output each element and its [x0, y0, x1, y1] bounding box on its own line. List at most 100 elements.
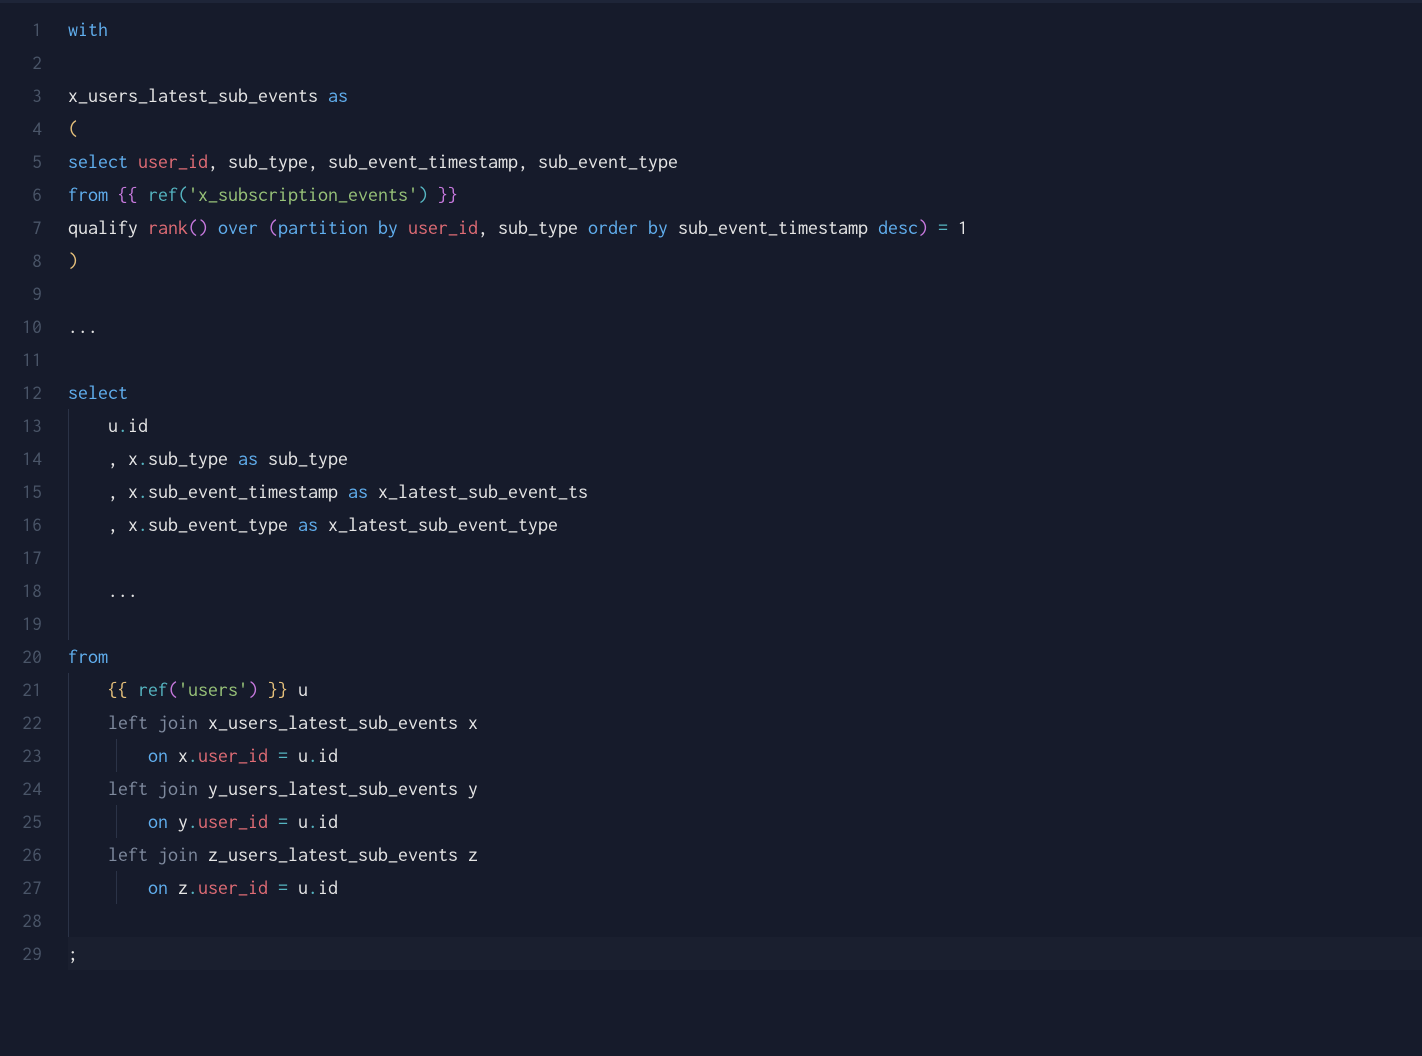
code-line[interactable]: on y.user_id = u.id: [68, 805, 1422, 838]
line-number: 12: [0, 376, 42, 409]
indent-guide: [68, 805, 69, 838]
code-line[interactable]: u.id: [68, 409, 1422, 442]
code-line[interactable]: {{ ref('users') }} u: [68, 673, 1422, 706]
line-number: 4: [0, 112, 42, 145]
line-number: 5: [0, 145, 42, 178]
code-line[interactable]: on x.user_id = u.id: [68, 739, 1422, 772]
code-token: [68, 778, 108, 799]
code-token: order by: [588, 217, 668, 238]
code-line[interactable]: , x.sub_type as sub_type: [68, 442, 1422, 475]
code-line[interactable]: ...: [68, 574, 1422, 607]
line-number: 23: [0, 739, 42, 772]
code-token: {{: [108, 679, 128, 700]
code-token: from: [68, 646, 108, 667]
code-token: (: [168, 679, 178, 700]
code-token: [68, 877, 148, 898]
code-token: , x: [68, 514, 138, 535]
line-number-gutter: 1234567891011121314151617181920212223242…: [0, 3, 60, 1056]
code-line[interactable]: with: [68, 13, 1422, 46]
code-token: sub_event_timestamp: [148, 481, 348, 502]
code-line[interactable]: [68, 607, 1422, 640]
code-line[interactable]: [68, 904, 1422, 937]
code-line[interactable]: left join y_users_latest_sub_events y: [68, 772, 1422, 805]
code-token: 'users': [178, 679, 248, 700]
code-area[interactable]: withx_users_latest_sub_events as(select …: [60, 3, 1422, 1056]
code-line[interactable]: ...: [68, 310, 1422, 343]
code-token: sub_type: [258, 448, 348, 469]
line-number: 29: [0, 937, 42, 970]
code-token: ): [68, 250, 78, 271]
code-line[interactable]: left join x_users_latest_sub_events x: [68, 706, 1422, 739]
code-line[interactable]: , x.sub_event_timestamp as x_latest_sub_…: [68, 475, 1422, 508]
code-token: with: [68, 19, 108, 40]
code-line[interactable]: [68, 541, 1422, 574]
code-line[interactable]: select: [68, 376, 1422, 409]
code-token: [68, 745, 148, 766]
code-token: x_latest_sub_event_type: [318, 514, 558, 535]
code-token: =: [938, 217, 948, 238]
code-token: [268, 811, 278, 832]
code-token: .: [138, 514, 148, 535]
code-token: sub_event_timestamp: [668, 217, 878, 238]
code-token: .: [188, 811, 198, 832]
code-token: y: [168, 811, 188, 832]
indent-guide: [68, 871, 69, 904]
code-token: }}: [438, 184, 458, 205]
code-token: as: [298, 514, 318, 535]
line-number: 13: [0, 409, 42, 442]
indent-guide: [116, 739, 117, 772]
code-token: on: [148, 811, 168, 832]
code-token: as: [238, 448, 258, 469]
code-line[interactable]: ): [68, 244, 1422, 277]
code-line[interactable]: qualify rank() over (partition by user_i…: [68, 211, 1422, 244]
code-line[interactable]: [68, 46, 1422, 79]
line-number: 21: [0, 673, 42, 706]
code-line[interactable]: on z.user_id = u.id: [68, 871, 1422, 904]
code-line[interactable]: [68, 277, 1422, 310]
indent-guide: [68, 772, 69, 805]
code-token: [68, 844, 108, 865]
indent-guide: [68, 409, 69, 442]
code-line[interactable]: , x.sub_event_type as x_latest_sub_event…: [68, 508, 1422, 541]
code-line[interactable]: x_users_latest_sub_events as: [68, 79, 1422, 112]
code-token: , x: [68, 448, 138, 469]
code-line[interactable]: from {{ ref('x_subscription_events') }}: [68, 178, 1422, 211]
line-number: 8: [0, 244, 42, 277]
code-line[interactable]: ;: [68, 937, 1422, 970]
code-token: user_id: [198, 745, 268, 766]
code-token: ...: [68, 316, 98, 337]
line-number: 7: [0, 211, 42, 244]
code-token: left join: [108, 712, 198, 733]
code-token: , x: [68, 481, 138, 502]
code-line[interactable]: [68, 343, 1422, 376]
indent-guide: [68, 904, 69, 937]
code-token: .: [118, 415, 128, 436]
code-line[interactable]: (: [68, 112, 1422, 145]
code-token: as: [328, 85, 348, 106]
code-token: on: [148, 745, 168, 766]
code-line[interactable]: select user_id, sub_type, sub_event_time…: [68, 145, 1422, 178]
code-token: u: [288, 679, 308, 700]
line-number: 2: [0, 46, 42, 79]
code-token: select: [68, 151, 128, 172]
code-token: [108, 184, 118, 205]
code-token: ref: [138, 679, 168, 700]
line-number: 16: [0, 508, 42, 541]
code-token: [208, 217, 218, 238]
code-editor[interactable]: 1234567891011121314151617181920212223242…: [0, 3, 1422, 1056]
code-token: z_users_latest_sub_events z: [198, 844, 478, 865]
code-line[interactable]: from: [68, 640, 1422, 673]
code-token: [128, 151, 138, 172]
code-token: .: [188, 877, 198, 898]
code-token: x_latest_sub_event_ts: [368, 481, 588, 502]
indent-guide: [116, 871, 117, 904]
code-token: .: [188, 745, 198, 766]
code-token: ): [248, 679, 258, 700]
code-token: [398, 217, 408, 238]
indent-guide: [68, 574, 69, 607]
code-token: [928, 217, 938, 238]
line-number: 1: [0, 13, 42, 46]
code-token: on: [148, 877, 168, 898]
code-line[interactable]: left join z_users_latest_sub_events z: [68, 838, 1422, 871]
code-token: .: [308, 877, 318, 898]
